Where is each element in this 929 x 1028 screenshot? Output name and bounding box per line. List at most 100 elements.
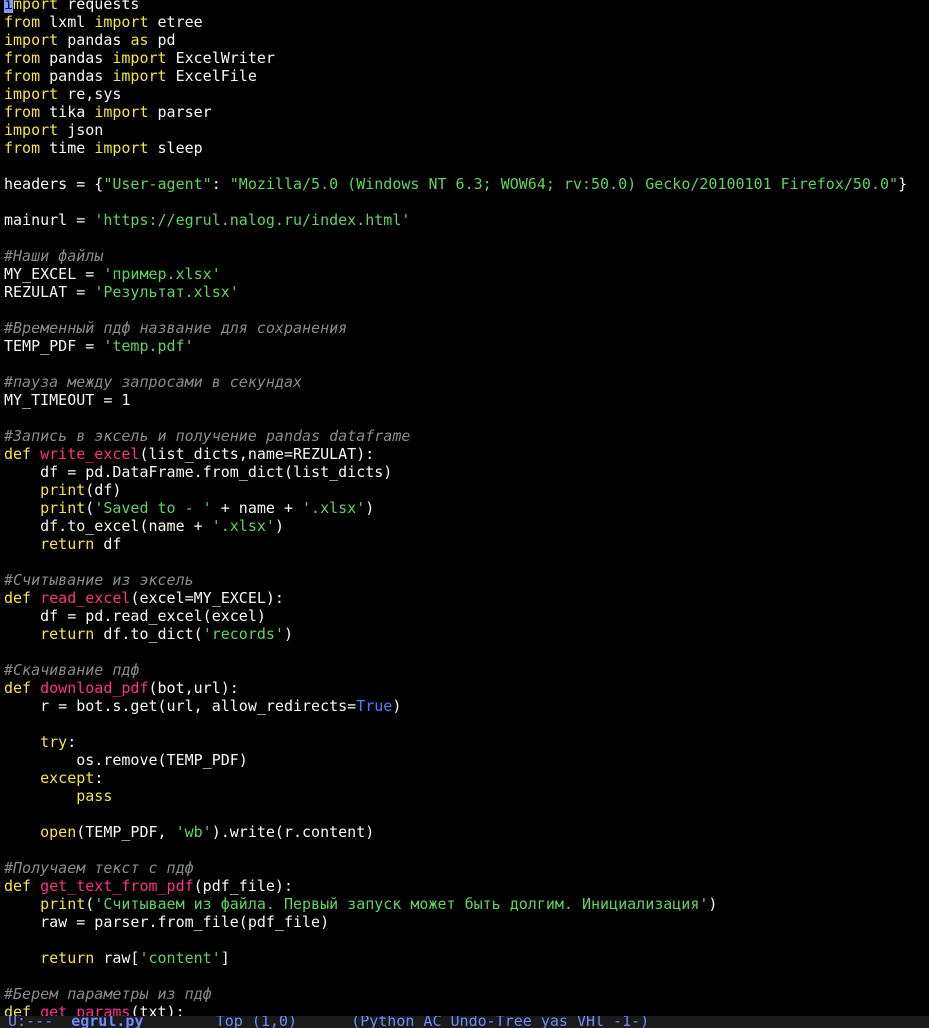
code-line[interactable] — [0, 805, 929, 823]
code-line[interactable]: TEMP_PDF = 'temp.pdf' — [0, 337, 929, 355]
code-token: ExcelWriter — [166, 49, 275, 67]
code-line[interactable] — [0, 967, 929, 985]
code-line[interactable] — [0, 931, 929, 949]
code-line[interactable] — [0, 553, 929, 571]
code-token: (bot,url): — [148, 679, 239, 697]
code-line[interactable]: MY_EXCEL = 'пример.xlsx' — [0, 265, 929, 283]
code-line[interactable]: import json — [0, 121, 929, 139]
code-line[interactable] — [0, 715, 929, 733]
code-line[interactable]: def get_text_from_pdf(pdf_file): — [0, 877, 929, 895]
code-line[interactable]: #Берем параметры из пдф — [0, 985, 929, 1003]
code-token: read_excel — [40, 589, 131, 607]
code-line[interactable]: #Наши файлы — [0, 247, 929, 265]
code-line[interactable]: from time import sleep — [0, 139, 929, 157]
code-token: #Временный пдф название для сохранения — [4, 319, 348, 337]
code-line[interactable]: #Временный пдф название для сохранения — [0, 319, 929, 337]
code-line[interactable] — [0, 643, 929, 661]
code-token: #пауза между запросами в секундах — [4, 373, 303, 391]
code-editor[interactable]: import requests from lxml import etree imp… — [0, 0, 929, 1016]
code-token: r = bot.s.get(url, allow_redirects= — [4, 697, 357, 715]
code-token: json — [58, 121, 104, 139]
modeline-buffer-name[interactable]: egrul.py — [71, 1016, 143, 1028]
code-token: (pdf_file): — [193, 877, 293, 895]
code-token: MY_TIMEOUT = 1 — [4, 391, 131, 409]
code-token: os.remove(TEMP_PDF) — [4, 751, 248, 769]
code-line[interactable]: #Скачивание пдф — [0, 661, 929, 679]
code-line[interactable]: def write_excel(list_dicts,name=REZULAT)… — [0, 445, 929, 463]
code-token: import — [94, 103, 149, 121]
code-token: try — [40, 733, 68, 751]
code-line[interactable] — [0, 301, 929, 319]
code-line[interactable] — [0, 157, 929, 175]
code-line[interactable] — [0, 841, 929, 859]
code-token: def — [4, 679, 32, 697]
code-line[interactable]: #Считывание из эксель — [0, 571, 929, 589]
code-token: headers = { — [4, 175, 104, 193]
code-line[interactable]: open(TEMP_PDF, 'wb').write(r.content) — [0, 823, 929, 841]
code-line[interactable]: def read_excel(excel=MY_EXCEL): — [0, 589, 929, 607]
code-token: write_excel — [40, 445, 140, 463]
code-token: (excel=MY_EXCEL): — [130, 589, 284, 607]
code-token: ) — [708, 895, 718, 913]
code-line[interactable]: def download_pdf(bot,url): — [0, 679, 929, 697]
code-token: def — [4, 877, 32, 895]
code-line[interactable] — [0, 355, 929, 373]
code-line[interactable]: from lxml import etree — [0, 13, 929, 31]
code-line[interactable]: df = pd.DataFrame.from_dict(list_dicts) — [0, 463, 929, 481]
code-line[interactable]: return df — [0, 535, 929, 553]
code-line[interactable]: from pandas import ExcelFile — [0, 67, 929, 85]
code-line[interactable]: import requests — [0, 0, 929, 13]
code-line[interactable]: df.to_excel(name + '.xlsx') — [0, 517, 929, 535]
code-line[interactable]: REZULAT = 'Результат.xlsx' — [0, 283, 929, 301]
code-token: import — [4, 121, 59, 139]
code-token: sleep — [148, 139, 203, 157]
code-token: + name + — [211, 499, 303, 517]
code-line[interactable]: #пауза между запросами в секундах — [0, 373, 929, 391]
code-line[interactable]: from tika import parser — [0, 103, 929, 121]
code-line[interactable]: print('Saved to - ' + name + '.xlsx') — [0, 499, 929, 517]
code-line[interactable]: mainurl = 'https://egrul.nalog.ru/index.… — [0, 211, 929, 229]
code-line[interactable]: return raw['content'] — [0, 949, 929, 967]
code-line[interactable]: def get_params(txt): — [0, 1003, 929, 1016]
code-token: (list_dicts,name=REZULAT): — [139, 445, 375, 463]
code-token: def — [4, 445, 32, 463]
code-token: TEMP_PDF = — [4, 337, 104, 355]
code-line[interactable]: headers = {"User-agent": "Mozilla/5.0 (W… — [0, 175, 929, 193]
code-token: ( — [85, 895, 95, 913]
code-token: raw = parser.from_file(pdf_file) — [4, 913, 330, 931]
code-token: '.xlsx' — [211, 517, 275, 535]
code-line[interactable]: try: — [0, 733, 929, 751]
code-line[interactable] — [0, 193, 929, 211]
code-line[interactable]: import re,sys — [0, 85, 929, 103]
modeline-modes[interactable]: (Python AC Undo-Tree yas VHl -1-) — [351, 1016, 649, 1028]
code-line[interactable]: r = bot.s.get(url, allow_redirects=True) — [0, 697, 929, 715]
code-line[interactable] — [0, 229, 929, 247]
code-token: def — [4, 1003, 32, 1016]
code-line[interactable]: #Получаем текст с пдф — [0, 859, 929, 877]
code-token: } — [898, 175, 908, 193]
code-line[interactable]: #Запись в эксель и получение pandas data… — [0, 427, 929, 445]
code-token: 'Считываем из файла. Первый запуск может… — [94, 895, 709, 913]
code-line[interactable]: import pandas as pd — [0, 31, 929, 49]
code-line[interactable]: df = pd.read_excel(excel) — [0, 607, 929, 625]
code-line[interactable]: MY_TIMEOUT = 1 — [0, 391, 929, 409]
code-line[interactable]: except: — [0, 769, 929, 787]
code-line[interactable]: pass — [0, 787, 929, 805]
code-line[interactable]: os.remove(TEMP_PDF) — [0, 751, 929, 769]
code-line[interactable]: print('Считываем из файла. Первый запуск… — [0, 895, 929, 913]
code-line[interactable] — [0, 409, 929, 427]
code-line[interactable]: raw = parser.from_file(pdf_file) — [0, 913, 929, 931]
code-line[interactable]: print(df) — [0, 481, 929, 499]
code-token: from — [4, 13, 41, 31]
code-token: "Mozilla/5.0 (Windows NT 6.3; WOW64; rv:… — [229, 175, 899, 193]
code-line[interactable]: return df.to_dict('records') — [0, 625, 929, 643]
code-line[interactable]: from pandas import ExcelWriter — [0, 49, 929, 67]
